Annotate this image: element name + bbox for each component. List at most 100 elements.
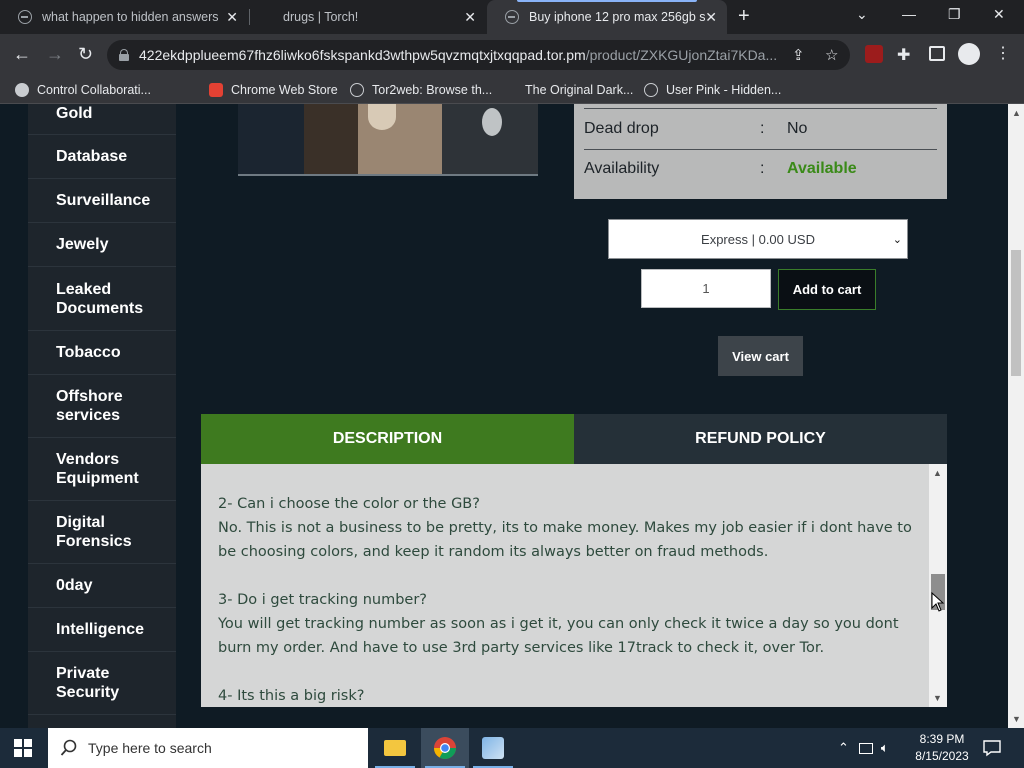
category-sidebar: Gold Database Surveillance Jewely Leaked…: [28, 104, 176, 728]
side-panel-icon[interactable]: [929, 46, 945, 61]
page-scrollbar[interactable]: ▲ ▼: [1008, 104, 1024, 728]
tab-title: what happen to hidden answers: [42, 10, 218, 24]
sidebar-item-label: Digital Forensics: [56, 514, 132, 550]
sidebar-item-label: Leaked Documents: [56, 280, 144, 317]
bookmark-item[interactable]: Control Collaborati...: [15, 76, 151, 104]
sidebar-item-tobacco[interactable]: Tobacco: [28, 331, 176, 375]
sidebar-item-jewely[interactable]: Jewely: [28, 223, 176, 267]
bookmark-item[interactable]: Tor2web: Browse th...: [350, 76, 492, 104]
sidebar-item-intelligence[interactable]: Intelligence: [28, 608, 176, 652]
volume-icon[interactable]: 🔈︎: [881, 740, 889, 756]
address-bar[interactable]: 422ekdpplueem67fhz6liwko6fskspankd3wthpw…: [107, 40, 850, 70]
apple-logo-icon: [368, 104, 396, 130]
share-icon[interactable]: ⇪: [792, 46, 805, 64]
tab-description[interactable]: DESCRIPTION: [201, 414, 574, 464]
product-spec-table: Dead drop : No Availability : Available: [574, 104, 947, 199]
bookmark-item[interactable]: Chrome Web Store: [209, 76, 338, 104]
close-tab-icon[interactable]: ✕: [705, 9, 717, 25]
back-arrow-icon[interactable]: ←: [13, 44, 31, 64]
shipping-select[interactable]: Express | 0.00 USD ⌄: [608, 219, 908, 259]
add-to-cart-button[interactable]: Add to cart: [778, 269, 876, 310]
scroll-down-arrow-icon[interactable]: ▼: [1012, 714, 1021, 724]
windows-start-icon[interactable]: [14, 739, 32, 757]
spec-value: No: [787, 120, 808, 137]
forward-arrow-icon[interactable]: →: [46, 44, 64, 64]
view-cart-button[interactable]: View cart: [718, 336, 803, 376]
sidebar-item-database[interactable]: Database: [28, 135, 176, 179]
sidebar-item-vendors-equipment[interactable]: Vendors Equipment: [28, 438, 176, 501]
availability-status: Available: [787, 160, 857, 177]
chevron-up-icon[interactable]: ⌃: [838, 740, 849, 756]
lock-icon[interactable]: [119, 49, 129, 61]
restore-icon[interactable]: ❐: [948, 6, 961, 23]
url-host: 422ekdpplueem67fhz6liwko6fskspankd3wthpw…: [139, 47, 586, 63]
sidebar-item-private-security[interactable]: Private Security: [28, 652, 176, 715]
profile-avatar-icon[interactable]: [958, 43, 980, 65]
taskbar-search-input[interactable]: Type here to search: [48, 728, 368, 768]
sidebar-item-gold[interactable]: Gold: [28, 104, 176, 135]
notifications-icon[interactable]: [983, 739, 1001, 757]
bookmark-label: Tor2web: Browse th...: [372, 83, 493, 97]
product-image[interactable]: [238, 104, 538, 176]
apple-logo-icon: [482, 108, 502, 136]
scroll-up-arrow-icon[interactable]: ▲: [933, 468, 942, 478]
network-icon[interactable]: [858, 742, 873, 754]
system-tray: ⌃ 🔈︎: [838, 728, 889, 768]
bookmark-label: Chrome Web Store: [231, 83, 338, 97]
sidebar-item-label: Database: [56, 148, 128, 165]
sidebar-item-label: Tobacco: [56, 344, 121, 361]
bookmark-item[interactable]: User Pink - Hidden...: [644, 76, 781, 104]
tab-search-icon[interactable]: ⌄: [856, 6, 868, 23]
windows-taskbar: Type here to search ⌃ 🔈︎ 8:39 PM 8/15/20…: [0, 728, 1024, 768]
sidebar-item-label: Offshore services: [56, 388, 123, 424]
search-icon: [60, 739, 77, 756]
sidebar-item-label: Intelligence: [56, 621, 145, 638]
description-panel[interactable]: 2- Can i choose the color or the GB? No.…: [201, 464, 947, 707]
globe-icon: [505, 10, 519, 24]
page-viewport: Gold Database Surveillance Jewely Leaked…: [0, 104, 1008, 728]
minimize-icon[interactable]: —: [902, 6, 916, 22]
folder-icon: [384, 740, 406, 756]
sidebar-item-label: Gold: [56, 105, 93, 122]
description-text: 2- Can i choose the color or the GB? No.…: [218, 496, 912, 704]
taskbar-clock[interactable]: 8:39 PM 8/15/2023: [912, 731, 972, 765]
bookmark-label: The Original Dark...: [525, 83, 634, 97]
kebab-menu-icon[interactable]: ⋮: [995, 43, 1013, 62]
close-tab-icon[interactable]: ✕: [464, 9, 476, 25]
spec-colon: :: [760, 160, 765, 177]
ublock-extension-icon[interactable]: [865, 45, 883, 63]
file-explorer-app[interactable]: [371, 728, 419, 768]
sidebar-item-label: Surveillance: [56, 192, 151, 209]
spec-key: Dead drop: [584, 120, 659, 137]
browser-tab-2[interactable]: drugs | Torch! ✕: [250, 0, 486, 34]
sidebar-item-offshore-services[interactable]: Offshore services: [28, 375, 176, 438]
weather-icon: [482, 737, 504, 759]
mouse-pointer-icon: [931, 591, 945, 612]
chevron-down-icon: ⌄: [892, 234, 902, 246]
bookmark-star-icon[interactable]: ☆: [825, 46, 838, 64]
sidebar-item-0day[interactable]: 0day: [28, 564, 176, 608]
scrollbar-thumb[interactable]: [1011, 250, 1021, 376]
sidebar-item-label: Private Security: [56, 665, 120, 701]
sidebar-item-label: 0day: [56, 577, 93, 594]
bookmark-item[interactable]: The Original Dark...: [525, 76, 633, 104]
tab-loading-bar: [517, 0, 697, 2]
bookmarks-bar: Control Collaborati... Chrome Web Store …: [0, 76, 1024, 104]
scroll-down-arrow-icon[interactable]: ▼: [933, 693, 942, 703]
description-scrollbar[interactable]: ▲ ▼: [929, 464, 947, 707]
new-tab-icon[interactable]: +: [738, 6, 750, 26]
close-window-icon[interactable]: ✕: [993, 6, 1005, 23]
chrome-app[interactable]: [421, 728, 469, 768]
quantity-input[interactable]: 1: [641, 269, 771, 308]
weather-app[interactable]: [469, 728, 517, 768]
scroll-up-arrow-icon[interactable]: ▲: [1012, 108, 1021, 118]
reload-icon[interactable]: ↻: [78, 44, 93, 64]
browser-tab-1[interactable]: what happen to hidden answers ✕: [0, 0, 248, 34]
extensions-puzzle-icon[interactable]: ✚: [897, 45, 915, 64]
sidebar-item-digital-forensics[interactable]: Digital Forensics: [28, 501, 176, 564]
browser-tab-3-active[interactable]: Buy iphone 12 pro max 256gb sh ✕: [487, 0, 727, 34]
tab-refund-policy[interactable]: REFUND POLICY: [574, 414, 947, 464]
sidebar-item-leaked-documents[interactable]: Leaked Documents: [28, 267, 176, 331]
sidebar-item-surveillance[interactable]: Surveillance: [28, 179, 176, 223]
close-tab-icon[interactable]: ✕: [226, 9, 238, 25]
